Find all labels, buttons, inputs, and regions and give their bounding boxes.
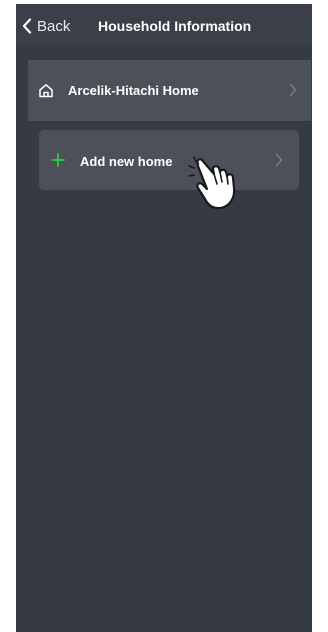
app-screen: Back Household Information Arcelik-Hitac… — [16, 4, 312, 632]
add-new-home-button[interactable]: Add new home — [39, 130, 299, 190]
chevron-left-icon — [22, 18, 32, 34]
add-new-home-label: Add new home — [80, 154, 173, 169]
home-icon — [38, 83, 54, 103]
chevron-right-icon — [289, 83, 297, 102]
back-label: Back — [37, 17, 71, 35]
page-title: Household Information — [98, 18, 252, 34]
home-list-item[interactable]: Arcelik-Hitachi Home — [28, 60, 311, 121]
plus-icon — [51, 153, 65, 172]
navigation-bar: Back Household Information — [16, 4, 312, 44]
back-button[interactable]: Back — [22, 14, 70, 38]
chevron-right-icon — [275, 153, 283, 172]
home-name: Arcelik-Hitachi Home — [68, 83, 199, 98]
